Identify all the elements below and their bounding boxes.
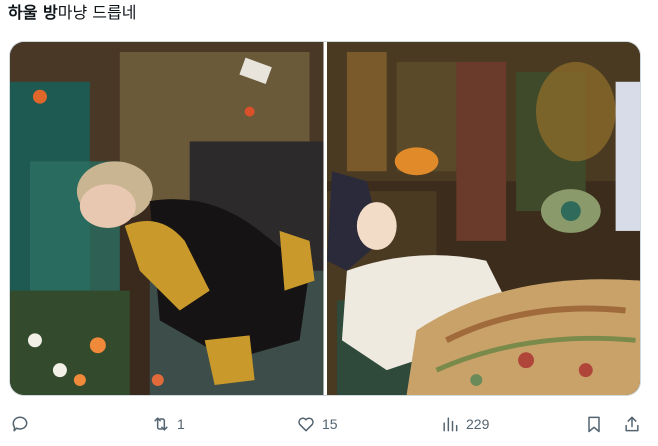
bar-chart-icon [443, 417, 458, 432]
views-count: 229 [466, 416, 490, 432]
photo-left-image [10, 42, 324, 395]
bookmark-button[interactable] [584, 406, 604, 442]
retweet-count: 1 [177, 416, 185, 432]
bookmark-icon [588, 416, 600, 433]
photo-right-image [326, 42, 640, 395]
media-grid [9, 41, 641, 396]
retweet-icon [154, 417, 168, 431]
like-button[interactable]: 15 [296, 406, 338, 442]
photo-left[interactable] [10, 42, 324, 395]
tweet-text-bold: 하울 방 [8, 3, 58, 22]
tweet-text: 하울 방마냥 드릅네 [8, 2, 136, 24]
retweet-button[interactable]: 1 [151, 406, 185, 442]
tweet-text-rest: 마냥 드릅네 [57, 3, 137, 22]
heart-icon [298, 417, 314, 432]
views-button[interactable]: 229 [440, 406, 489, 442]
photo-right[interactable] [326, 42, 640, 395]
share-icon [625, 416, 639, 432]
tweet-actions: 1 15 229 [0, 406, 658, 442]
reply-button[interactable] [10, 406, 36, 442]
share-button[interactable] [622, 406, 642, 442]
reply-icon [12, 416, 28, 432]
like-count: 15 [322, 416, 338, 432]
